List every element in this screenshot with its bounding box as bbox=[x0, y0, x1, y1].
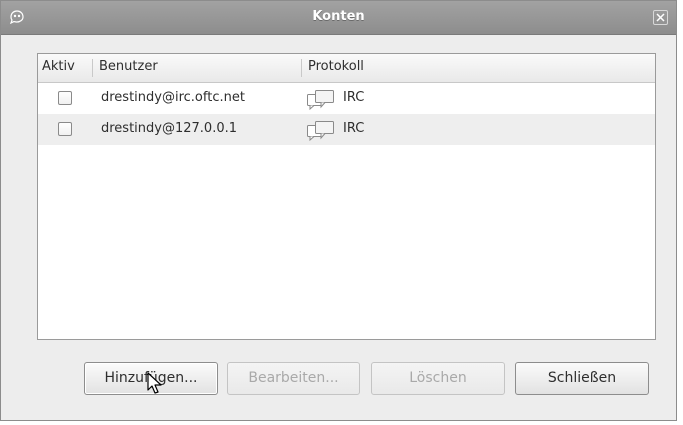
account-protocol: IRC bbox=[343, 121, 365, 136]
chat-bubbles-icon bbox=[306, 120, 336, 142]
accounts-table: Aktiv Benutzer Protokoll drestindy@irc.o… bbox=[37, 53, 656, 340]
column-divider[interactable] bbox=[301, 59, 302, 77]
accounts-dialog: Konten Aktiv Benutzer Protokoll drestind… bbox=[0, 0, 677, 421]
table-header: Aktiv Benutzer Protokoll bbox=[38, 54, 655, 83]
mouse-cursor-icon bbox=[147, 372, 162, 394]
account-user: drestindy@127.0.0.1 bbox=[101, 121, 237, 136]
active-checkbox[interactable] bbox=[58, 122, 72, 136]
column-header-protocol[interactable]: Protokoll bbox=[308, 59, 364, 74]
table-row[interactable]: drestindy@127.0.0.1 IRC bbox=[38, 114, 655, 145]
delete-account-button[interactable]: Löschen bbox=[371, 362, 505, 395]
chat-bubbles-icon bbox=[306, 89, 336, 111]
edit-account-button[interactable]: Bearbeiten... bbox=[227, 362, 360, 395]
active-checkbox[interactable] bbox=[58, 91, 72, 105]
close-icon[interactable] bbox=[653, 10, 668, 25]
table-row[interactable]: drestindy@irc.oftc.net IRC bbox=[38, 83, 655, 114]
window-title: Konten bbox=[312, 9, 365, 24]
column-header-user[interactable]: Benutzer bbox=[99, 59, 158, 74]
column-divider[interactable] bbox=[92, 59, 93, 77]
account-protocol: IRC bbox=[343, 90, 365, 105]
column-header-active[interactable]: Aktiv bbox=[42, 59, 75, 74]
account-user: drestindy@irc.oftc.net bbox=[101, 90, 245, 105]
close-button[interactable]: Schließen bbox=[515, 362, 649, 395]
title-bar[interactable]: Konten bbox=[1, 1, 676, 35]
